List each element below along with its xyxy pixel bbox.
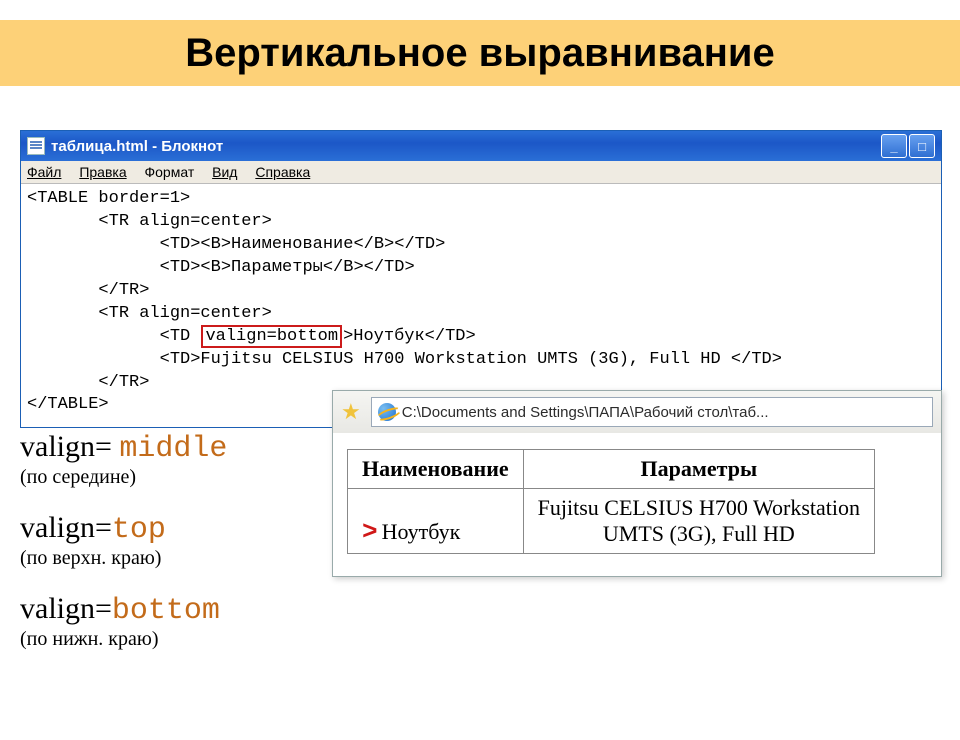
th-params: Параметры	[523, 450, 874, 489]
notepad-icon	[27, 137, 45, 155]
notepad-title: таблица.html - Блокнот	[51, 138, 223, 155]
browser-window: ★ C:\Documents and Settings\ПАПА\Рабочий…	[332, 390, 942, 577]
legend-top: valign=top (по верхн. краю)	[20, 511, 227, 570]
notepad-window: таблица.html - Блокнот _ □ Файл Правка Ф…	[20, 130, 942, 428]
address-field[interactable]: C:\Documents and Settings\ПАПА\Рабочий с…	[371, 397, 933, 427]
address-path: C:\Documents and Settings\ПАПА\Рабочий с…	[402, 404, 769, 421]
notepad-titlebar: таблица.html - Блокнот _ □	[21, 131, 941, 161]
minimize-button[interactable]: _	[881, 134, 907, 158]
slide-title-bar: Вертикальное выравнивание	[0, 20, 960, 86]
cell-params: Fujitsu CELSIUS H700 Workstation UMTS (3…	[523, 489, 874, 554]
window-buttons: _ □	[881, 134, 935, 158]
menu-view[interactable]: Вид	[212, 164, 237, 180]
menu-help[interactable]: Справка	[255, 164, 310, 180]
rendered-table: Наименование Параметры >Ноутбук Fujitsu …	[347, 449, 875, 554]
notepad-menubar: Файл Правка Формат Вид Справка	[21, 161, 941, 184]
cell-name: Ноутбук	[382, 519, 461, 544]
menu-format[interactable]: Формат	[145, 164, 195, 180]
ie-icon	[378, 403, 396, 421]
browser-addressbar: ★ C:\Documents and Settings\ПАПА\Рабочий…	[333, 391, 941, 433]
legend-bottom: valign=bottom (по нижн. краю)	[20, 592, 227, 651]
maximize-button[interactable]: □	[909, 134, 935, 158]
favorites-icon[interactable]: ★	[341, 399, 361, 425]
legend-middle: valign= middle (по середине)	[20, 430, 227, 489]
valign-marker-icon: >	[362, 517, 378, 547]
slide-title: Вертикальное выравнивание	[185, 31, 775, 76]
th-name: Наименование	[348, 450, 524, 489]
valign-legend: valign= middle (по середине) valign=top …	[20, 430, 227, 673]
browser-viewport: Наименование Параметры >Ноутбук Fujitsu …	[333, 433, 941, 576]
highlighted-attr: valign=bottom	[201, 325, 342, 348]
menu-edit[interactable]: Правка	[79, 164, 126, 180]
menu-file[interactable]: Файл	[27, 164, 61, 180]
